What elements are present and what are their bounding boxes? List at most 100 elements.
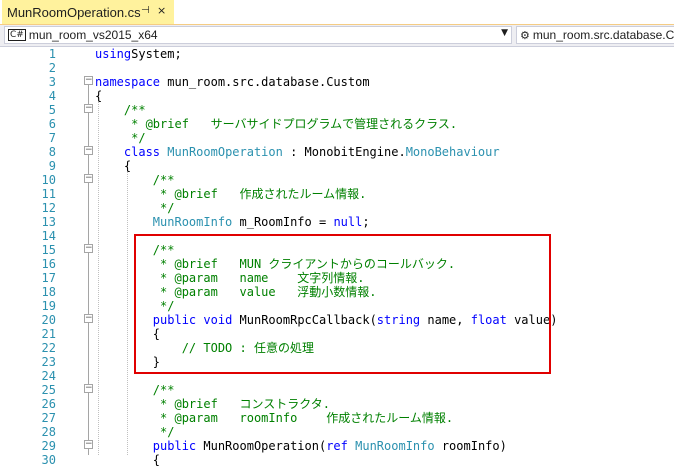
collapse-toggle-icon[interactable]: − [84,104,93,113]
code-token: * @brief 作成されたルーム情報. [95,187,367,201]
navigation-bar: C# mun_room_vs2015_x64 ▼ ⚙ mun_room.src.… [0,25,674,47]
line-number: 22 [41,341,56,355]
line-number: 18 [41,285,56,299]
code-line[interactable]: 11 * @brief 作成されたルーム情報. [0,187,674,201]
line-number: 1 [48,47,56,61]
code-line[interactable]: 25 − /** [0,383,674,397]
chevron-down-icon[interactable]: ▼ [501,28,508,38]
code-line[interactable]: 9 { [0,159,674,173]
code-line[interactable]: 4{ [0,89,674,103]
line-number: 4 [48,89,56,103]
code-text: /** [95,173,175,187]
line-number: 28 [41,425,56,439]
type-combo-value: mun_room.src.database.Cu [532,28,674,42]
code-line[interactable]: 10 − /** [0,173,674,187]
line-number: 2 [48,61,56,75]
code-text: */ [95,201,174,215]
code-line[interactable]: 7 */ [0,131,674,145]
code-line[interactable]: 8 − class MunRoomOperation : MonobitEngin… [0,145,674,159]
line-number: 8 [48,145,56,159]
csharp-project-icon: C# [8,29,26,41]
line-number: 3 [48,75,56,89]
line-number: 23 [41,355,56,369]
code-token: * @param roomInfo 作成されたルーム情報. [95,411,454,425]
code-text: { [95,453,160,467]
code-line[interactable]: 29 − public MunRoomOperation(ref MunRoomI… [0,439,674,453]
line-number: 27 [41,411,56,425]
code-text: class MunRoomOperation : MonobitEngine.M… [95,145,500,159]
code-token: MunRoomInfo [152,215,233,229]
code-text: { [95,89,102,103]
code-text: * @param roomInfo 作成されたルーム情報. [95,411,453,425]
code-token: /** [95,103,146,117]
code-line[interactable]: 5 − /** [0,103,674,117]
code-token: /** [95,173,175,187]
code-line[interactable]: 13 MunRoomInfo m_RoomInfo = null; [0,215,674,229]
code-token: ; [362,215,370,229]
line-number: 16 [41,257,56,271]
code-text: /** [95,103,146,117]
code-line[interactable]: 26 * @brief コンストラクタ. [0,397,674,411]
line-number: 17 [41,271,56,285]
code-text: usingSystem; [95,47,182,61]
line-number: 11 [41,187,56,201]
code-line[interactable]: 2 [0,61,674,75]
code-line[interactable]: 3 − namespace mun_room.src.database.Custom [0,75,674,89]
code-token: roomInfo) [434,439,507,453]
code-text: { [95,159,131,173]
code-line[interactable]: 1 usingSystem; [0,47,674,61]
collapse-toggle-icon[interactable]: − [84,314,93,323]
document-tab[interactable]: MunRoomOperation.cs ⊣ × [2,0,174,24]
collapse-toggle-icon[interactable]: − [84,440,93,449]
pin-icon[interactable]: ⊣ [141,5,150,16]
code-line[interactable]: 6 * @brief サーバサイドプログラムで管理されるクラス. [0,117,674,131]
collapse-toggle-icon[interactable]: − [84,384,93,393]
code-line[interactable]: 28 */ [0,425,674,439]
code-line[interactable]: 30 { [0,453,674,467]
code-token: public [152,439,197,453]
close-icon[interactable]: × [157,4,166,17]
code-token: MunRoomInfo [355,439,435,453]
code-token: using [95,47,132,61]
line-number: 13 [41,215,56,229]
document-tab-strip: MunRoomOperation.cs ⊣ × [0,0,674,26]
line-number: 19 [41,299,56,313]
code-text: namespace mun_room.src.database.Custom [95,75,370,89]
line-number: 29 [41,439,56,453]
code-token: ref [326,439,348,453]
code-token: MunRoomOperation [167,145,283,159]
collapse-toggle-icon[interactable]: − [84,174,93,183]
code-token: class [123,145,161,159]
code-token: m_RoomInfo = [232,215,334,229]
line-number: 15 [41,243,56,257]
line-number: 6 [48,117,56,131]
line-number: 30 [41,453,56,467]
line-number: 20 [41,313,56,327]
line-number: 24 [41,369,56,383]
code-token: System; [131,47,182,61]
code-token: { [95,89,103,103]
project-combo[interactable]: C# mun_room_vs2015_x64 ▼ [4,26,512,44]
line-number: 26 [41,397,56,411]
code-text: * @brief コンストラクタ. [95,397,330,411]
line-number: 7 [48,131,56,145]
highlight-box [134,234,551,374]
collapse-toggle-icon[interactable]: − [84,146,93,155]
type-combo[interactable]: ⚙ mun_room.src.database.Cu [516,26,674,44]
code-token: null [333,215,363,229]
code-text: * @brief 作成されたルーム情報. [95,187,366,201]
collapse-toggle-icon[interactable]: − [84,244,93,253]
collapse-toggle-icon[interactable]: − [84,76,93,85]
code-text: */ [95,131,145,145]
code-token: */ [95,425,175,439]
code-text: public MunRoomOperation(ref MunRoomInfo … [95,439,507,453]
line-number: 10 [41,173,56,187]
code-token: { [95,453,161,467]
code-line[interactable]: 12 */ [0,201,674,215]
code-line[interactable]: 27 * @param roomInfo 作成されたルーム情報. [0,411,674,425]
line-number: 21 [41,327,56,341]
code-text: MunRoomInfo m_RoomInfo = null; [95,215,370,229]
